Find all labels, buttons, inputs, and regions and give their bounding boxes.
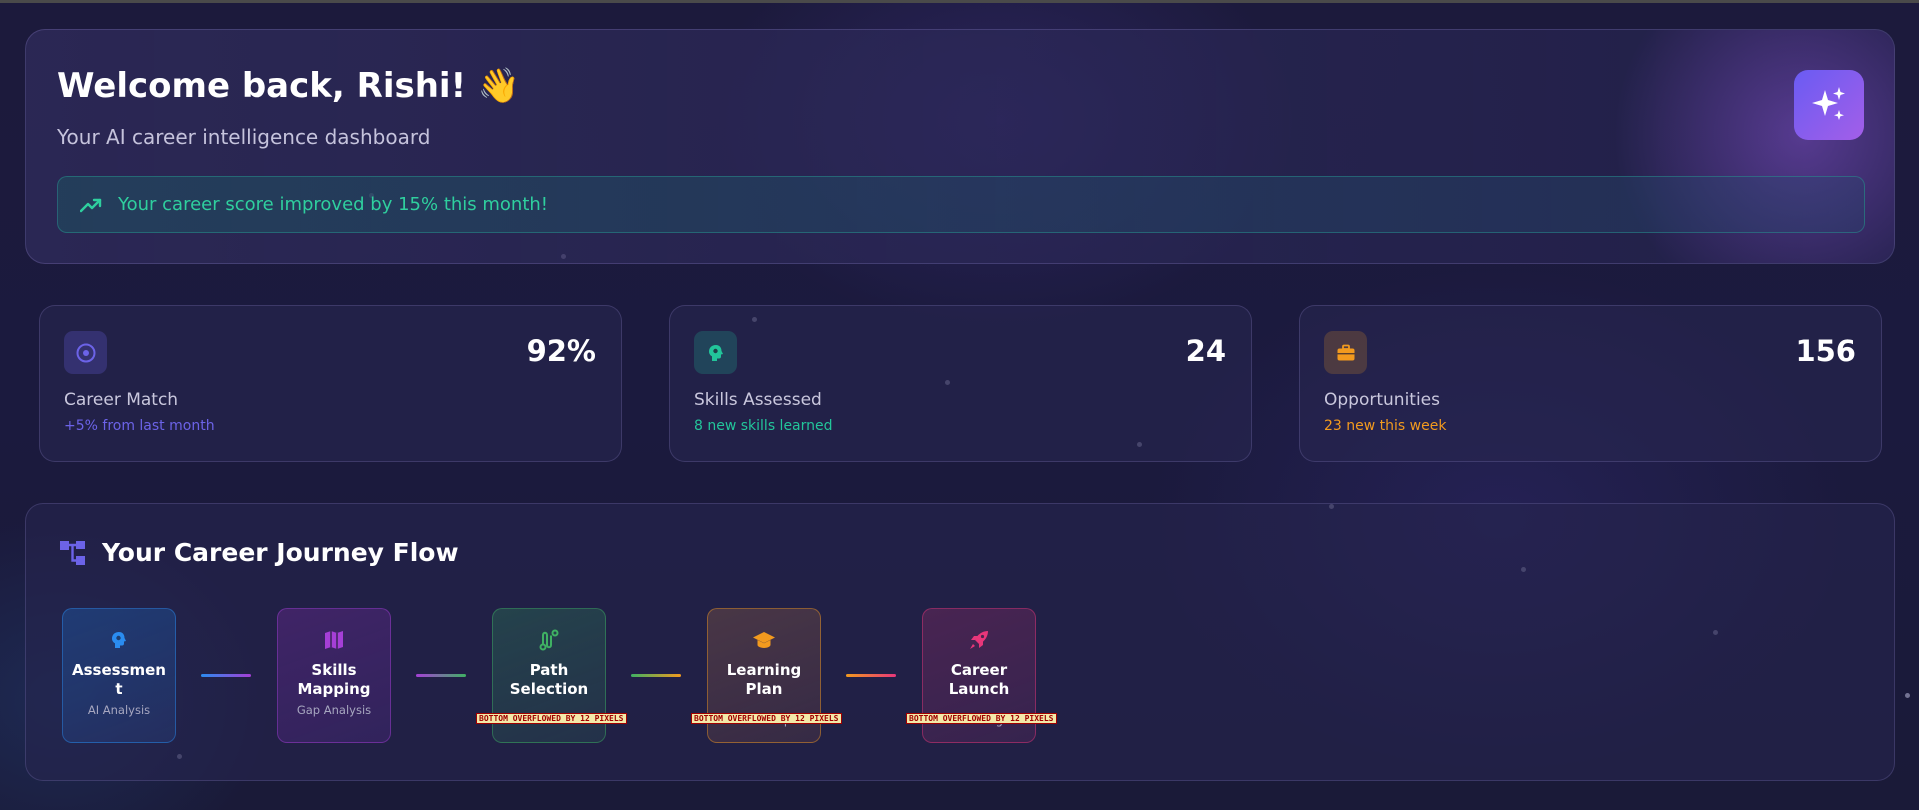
banner-text: Your career score improved by 15% this m… [118,194,549,215]
step-name: Career Launch [948,661,1010,698]
flow-chart-icon [60,541,85,565]
stat-sub: 8 new skills learned [694,418,833,434]
welcome-title: Welcome back, Rishi! 👋 [57,66,521,106]
flow-connector [201,674,251,677]
stat-value: 24 [1185,334,1226,368]
welcome-subtitle: Your AI career intelligence dashboard [57,125,431,149]
career-journey-card: Your Career Journey Flow Assessment AI A… [25,503,1895,781]
step-desc: AI Analysis [87,703,151,717]
overflow-warning: BOTTOM OVERFLOWED BY 12 PIXELS [691,713,842,724]
stat-sub: 23 new this week [1324,418,1447,434]
journey-title: Your Career Journey Flow [102,538,459,567]
overflow-warning: BOTTOM OVERFLOWED BY 12 PIXELS [476,713,627,724]
step-name: Skills Mapping [297,661,371,698]
stat-value: 92% [526,334,596,368]
welcome-card: Welcome back, Rishi! 👋 Your AI career in… [25,29,1895,264]
graduation-cap-icon [753,632,775,648]
stat-card-career-match[interactable]: 92% Career Match +5% from last month [39,305,622,462]
step-desc: Gap Analysis [296,703,372,717]
target-icon [76,343,95,362]
stat-icon-box [64,331,107,374]
sparkles-icon [1812,87,1845,120]
step-name: Assessment [72,661,166,698]
flow-connector [631,674,681,677]
ai-assistant-button[interactable] [1794,70,1864,140]
brain-icon [112,632,126,648]
stat-card-opportunities[interactable]: 156 Opportunities 23 new this week [1299,305,1882,462]
journey-step-skills-mapping[interactable]: Skills Mapping Gap Analysis [277,608,391,743]
overflow-warning: BOTTOM OVERFLOWED BY 12 PIXELS [906,713,1057,724]
stat-sub: +5% from last month [64,418,215,434]
stat-icon-box [694,331,737,374]
top-border [0,0,1919,3]
flow-connector [416,674,466,677]
rocket-icon [970,631,988,649]
stat-label: Skills Assessed [694,390,822,410]
stat-value: 156 [1795,334,1856,368]
stat-label: Opportunities [1324,390,1440,410]
map-icon [325,631,343,649]
trending-up-icon [80,198,102,212]
step-name: Learning Plan [726,661,802,698]
step-name: Path Selection [509,661,589,698]
particle [1905,693,1910,698]
flow-connector [846,674,896,677]
career-score-banner: Your career score improved by 15% this m… [57,176,1865,233]
stat-card-skills-assessed[interactable]: 24 Skills Assessed 8 new skills learned [669,305,1252,462]
route-icon [539,629,559,651]
stat-icon-box [1324,331,1367,374]
journey-step-assessment[interactable]: Assessment AI Analysis [62,608,176,743]
briefcase-icon [1337,344,1354,360]
stat-label: Career Match [64,390,179,410]
brain-icon [708,344,723,361]
